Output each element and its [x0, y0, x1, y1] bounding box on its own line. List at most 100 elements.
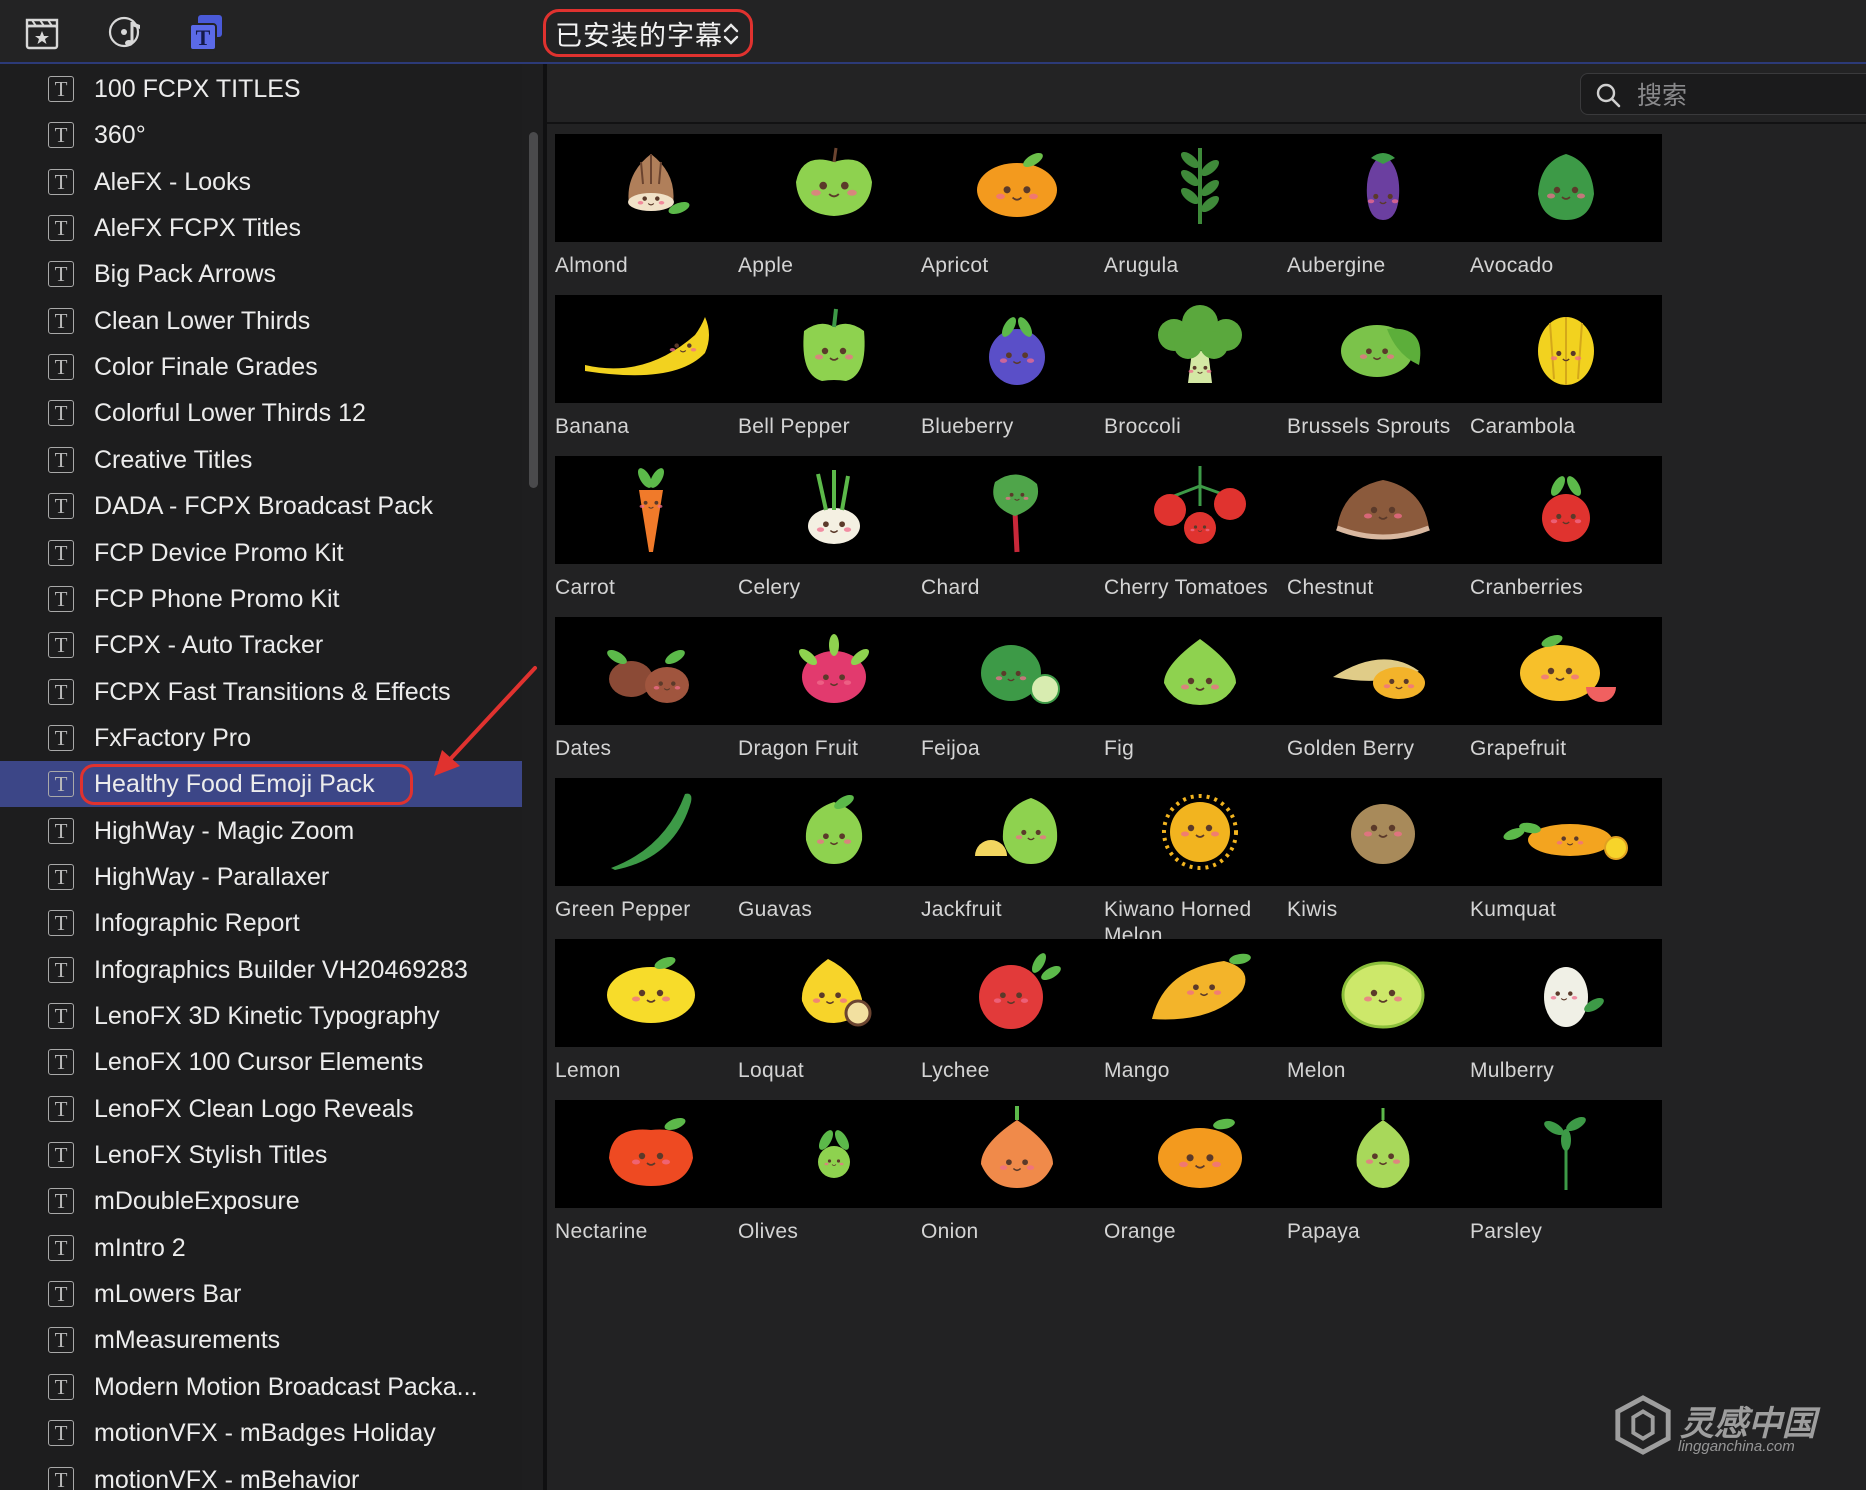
library-selector[interactable]: 已安装的字幕 — [543, 9, 753, 57]
sidebar-item-label: FCPX - Auto Tracker — [94, 630, 324, 659]
mulberry-icon[interactable] — [1470, 939, 1662, 1047]
kumquat-icon[interactable] — [1470, 778, 1662, 886]
title-tile[interactable]: Chestnut — [1261, 456, 1479, 616]
title-tile[interactable]: Melon — [1261, 939, 1479, 1099]
sidebar-item[interactable]: TmLowers Bar — [0, 1271, 522, 1317]
title-tile[interactable]: Loquat — [712, 939, 930, 1099]
sidebar-item[interactable]: T LenoFX 3D Kinetic Typography — [0, 993, 522, 1039]
sidebar-item[interactable]: T Color Finale Grades — [0, 344, 522, 390]
sidebar-item[interactable]: T FCP Phone Promo Kit — [0, 576, 522, 622]
title-tile[interactable]: Kumquat — [1444, 778, 1662, 938]
title-tile[interactable]: Olives — [712, 1100, 930, 1260]
title-tile[interactable]: Brussels Sprouts — [1261, 295, 1479, 455]
title-tile[interactable]: Avocado — [1444, 134, 1662, 294]
title-tile[interactable]: Lemon — [529, 939, 747, 1099]
sidebar-item[interactable]: T HighWay - Parallaxer — [0, 854, 522, 900]
sidebar-item[interactable]: T Infographic Report — [0, 900, 522, 946]
sidebar-item[interactable]: T Clean Lower Thirds — [0, 298, 522, 344]
parsley-icon[interactable] — [1470, 1100, 1662, 1208]
title-tile[interactable]: Fig — [1078, 617, 1296, 777]
sidebar-item[interactable]: T HighWay - Magic Zoom — [0, 808, 522, 854]
grapefruit-icon[interactable] — [1470, 617, 1662, 725]
sidebar-item[interactable]: T 360° — [0, 112, 522, 158]
title-category-icon: T — [48, 957, 74, 983]
title-tile[interactable]: Banana — [529, 295, 747, 455]
watermark: 灵感中国 lingganchina.com — [1612, 1392, 1842, 1462]
title-tile[interactable]: Cranberries — [1444, 456, 1662, 616]
title-tile[interactable]: Arugula — [1078, 134, 1296, 294]
sidebar-item[interactable]: T FxFactory Pro — [0, 715, 522, 761]
title-tile[interactable]: Carrot — [529, 456, 747, 616]
sidebar-item[interactable]: T AleFX FCPX Titles — [0, 205, 522, 251]
sidebar-item-label: Infographic Report — [94, 908, 300, 937]
title-tile[interactable]: Broccoli — [1078, 295, 1296, 455]
title-tile[interactable]: Orange — [1078, 1100, 1296, 1260]
sidebar-item[interactable]: T Colorful Lower Thirds 12 — [0, 390, 522, 436]
title-tile[interactable]: Kiwis — [1261, 778, 1479, 938]
title-tile[interactable]: Carambola — [1444, 295, 1662, 455]
title-tile[interactable]: Cherry Tomatoes — [1078, 456, 1296, 616]
title-tile[interactable]: Papaya — [1261, 1100, 1479, 1260]
title-tile[interactable]: Lychee — [895, 939, 1113, 1099]
title-category-icon: T — [48, 586, 74, 612]
title-tile[interactable]: Grapefruit — [1444, 617, 1662, 777]
sidebar-item[interactable]: T Creative Titles — [0, 437, 522, 483]
sidebar-item[interactable]: T Healthy Food Emoji Pack — [0, 761, 522, 807]
sidebar-item[interactable]: TmotionVFX - mBadges Holiday — [0, 1410, 522, 1456]
sidebar-item[interactable]: T FCP Device Promo Kit — [0, 530, 522, 576]
title-tile[interactable]: Chard — [895, 456, 1113, 616]
title-tile[interactable]: Feijoa — [895, 617, 1113, 777]
sidebar-item[interactable]: T DADA - FCPX Broadcast Pack — [0, 483, 522, 529]
avocado-icon[interactable] — [1470, 134, 1662, 242]
title-category-icon: T — [48, 1374, 74, 1400]
title-tile[interactable]: Blueberry — [895, 295, 1113, 455]
title-tile[interactable]: Onion — [895, 1100, 1113, 1260]
sidebar-item[interactable]: T Modern Motion Broadcast Packa... — [0, 1364, 522, 1410]
title-category-icon: T — [48, 679, 74, 705]
title-tile[interactable]: Dates — [529, 617, 747, 777]
title-tile[interactable]: Jackfruit — [895, 778, 1113, 938]
title-tile[interactable]: Dragon Fruit — [712, 617, 930, 777]
search-field[interactable] — [1580, 73, 1866, 115]
title-tile[interactable]: Guavas — [712, 778, 930, 938]
titles-grid: Almond Apple Apricot Arugula Aubergine A… — [547, 122, 1866, 1490]
title-tile[interactable]: Apricot — [895, 134, 1113, 294]
title-tile[interactable]: Parsley — [1444, 1100, 1662, 1260]
music-icon[interactable] — [104, 10, 148, 54]
titles-icon[interactable]: T — [184, 10, 228, 54]
toolbar: T 已安装的字幕 — [0, 0, 1866, 64]
sidebar-item[interactable]: T LenoFX Clean Logo Reveals — [0, 1086, 522, 1132]
sidebar-item[interactable]: T FCPX - Auto Tracker — [0, 622, 522, 668]
title-tile[interactable]: Aubergine — [1261, 134, 1479, 294]
title-tile[interactable]: Bell Pepper — [712, 295, 930, 455]
carambola-icon[interactable] — [1470, 295, 1662, 403]
sidebar-item-label: HighWay - Parallaxer — [94, 862, 330, 891]
sidebar-item[interactable]: T AleFX - Looks — [0, 159, 522, 205]
title-tile[interactable]: Apple — [712, 134, 930, 294]
title-tile[interactable]: Almond — [529, 134, 747, 294]
title-tile[interactable]: Celery — [712, 456, 930, 616]
sidebar-item[interactable]: TmMeasurements — [0, 1317, 522, 1363]
sidebar-item[interactable]: T Infographics Builder VH20469283 — [0, 947, 522, 993]
sidebar-item[interactable]: T Big Pack Arrows — [0, 251, 522, 297]
cranberries-icon[interactable] — [1470, 456, 1662, 564]
title-tile[interactable]: Green Pepper — [529, 778, 747, 938]
title-tile[interactable]: Kiwano Horned Melon — [1078, 778, 1296, 947]
sidebar-item[interactable]: T 100 FCPX TITLES — [0, 66, 522, 112]
title-category-icon: T — [48, 1281, 74, 1307]
title-tile[interactable]: Mango — [1078, 939, 1296, 1099]
title-tile[interactable]: Nectarine — [529, 1100, 747, 1260]
sidebar-item[interactable]: T LenoFX 100 Cursor Elements — [0, 1039, 522, 1085]
sidebar-item[interactable]: TmIntro 2 — [0, 1225, 522, 1271]
sidebar-item[interactable]: T FCPX Fast Transitions & Effects — [0, 669, 522, 715]
title-tile[interactable]: Golden Berry — [1261, 617, 1479, 777]
sidebar-item[interactable]: T LenoFX Stylish Titles — [0, 1132, 522, 1178]
title-tile[interactable]: Mulberry — [1444, 939, 1662, 1099]
sidebar-item[interactable]: TmotionVFX - mBehavior — [0, 1457, 522, 1490]
title-category-icon: T — [48, 1003, 74, 1029]
sidebar-item[interactable]: TmDoubleExposure — [0, 1178, 522, 1224]
clapper-icon[interactable] — [20, 10, 64, 54]
search-input[interactable] — [1635, 77, 1866, 113]
sidebar-item-label: FxFactory Pro — [94, 723, 251, 752]
chevron-updown-icon — [723, 23, 739, 45]
